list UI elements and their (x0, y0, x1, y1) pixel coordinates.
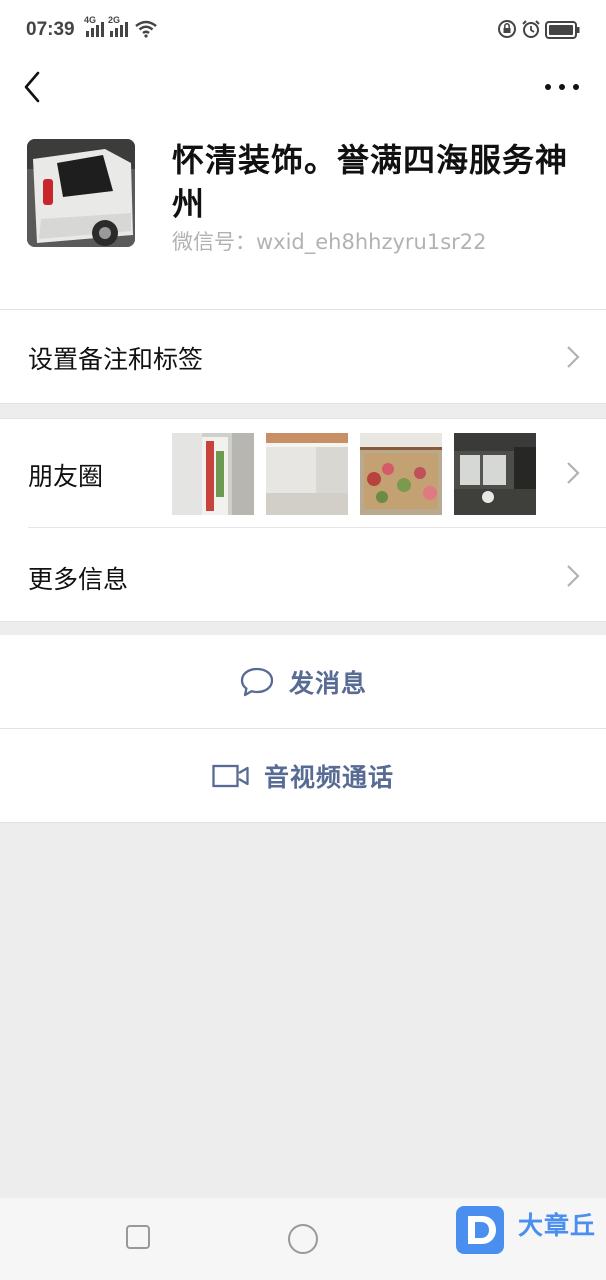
video-call-button[interactable]: 音视频通话 (0, 729, 606, 823)
chevron-right-icon (567, 565, 580, 587)
battery-icon (545, 21, 580, 39)
back-chevron-icon[interactable] (18, 70, 52, 104)
chevron-right-icon (567, 462, 580, 484)
chevron-right-icon (567, 346, 580, 368)
moments-cell[interactable]: 朋友圈 (0, 419, 606, 527)
signal-icon (86, 22, 104, 37)
more-dots-icon[interactable] (544, 82, 580, 92)
watermark: 大章丘 (456, 1206, 606, 1266)
send-message-button[interactable]: 发消息 (0, 635, 606, 729)
more-info-cell[interactable]: 更多信息 (0, 528, 606, 622)
video-call-label: 音视频通话 (263, 763, 394, 792)
remark-and-tags-cell[interactable]: 设置备注和标签 (0, 310, 606, 404)
alarm-icon (522, 20, 540, 38)
top-nav (0, 62, 606, 124)
moments-label: 朋友圈 (28, 462, 104, 491)
contact-name: 怀清装饰。誉满四海服务神州 (172, 141, 569, 223)
watermark-text: 大章丘 (518, 1211, 597, 1240)
avatar[interactable] (27, 139, 135, 247)
status-time: 07:39 (26, 19, 75, 40)
lock-rotation-icon (498, 20, 516, 38)
status-bar: 07:39 4G 2G (0, 0, 606, 62)
video-camera-icon (212, 764, 249, 788)
chat-bubble-icon (240, 667, 274, 697)
system-nav-bar: 大章丘 (0, 1198, 606, 1280)
home-icon[interactable] (287, 1223, 319, 1255)
wechat-id: 微信号：wxid_eh8hhzyru1sr22 (172, 230, 487, 254)
recent-apps-icon[interactable] (125, 1224, 151, 1250)
send-message-label: 发消息 (288, 669, 367, 698)
signal-icon (110, 22, 128, 37)
remark-label: 设置备注和标签 (28, 345, 204, 374)
moments-photo (172, 433, 254, 515)
moments-thumbnails (172, 433, 552, 515)
profile-card: 怀清装饰。誉满四海服务神州 微信号：wxid_eh8hhzyru1sr22 (0, 124, 606, 310)
avatar-car-image (27, 139, 135, 247)
more-info-label: 更多信息 (28, 565, 129, 594)
moments-photo (360, 433, 442, 515)
wifi-icon (135, 20, 157, 38)
moments-group: 朋友圈 更多信息 (0, 418, 606, 622)
moments-photo (454, 433, 536, 515)
moments-photo (266, 433, 348, 515)
